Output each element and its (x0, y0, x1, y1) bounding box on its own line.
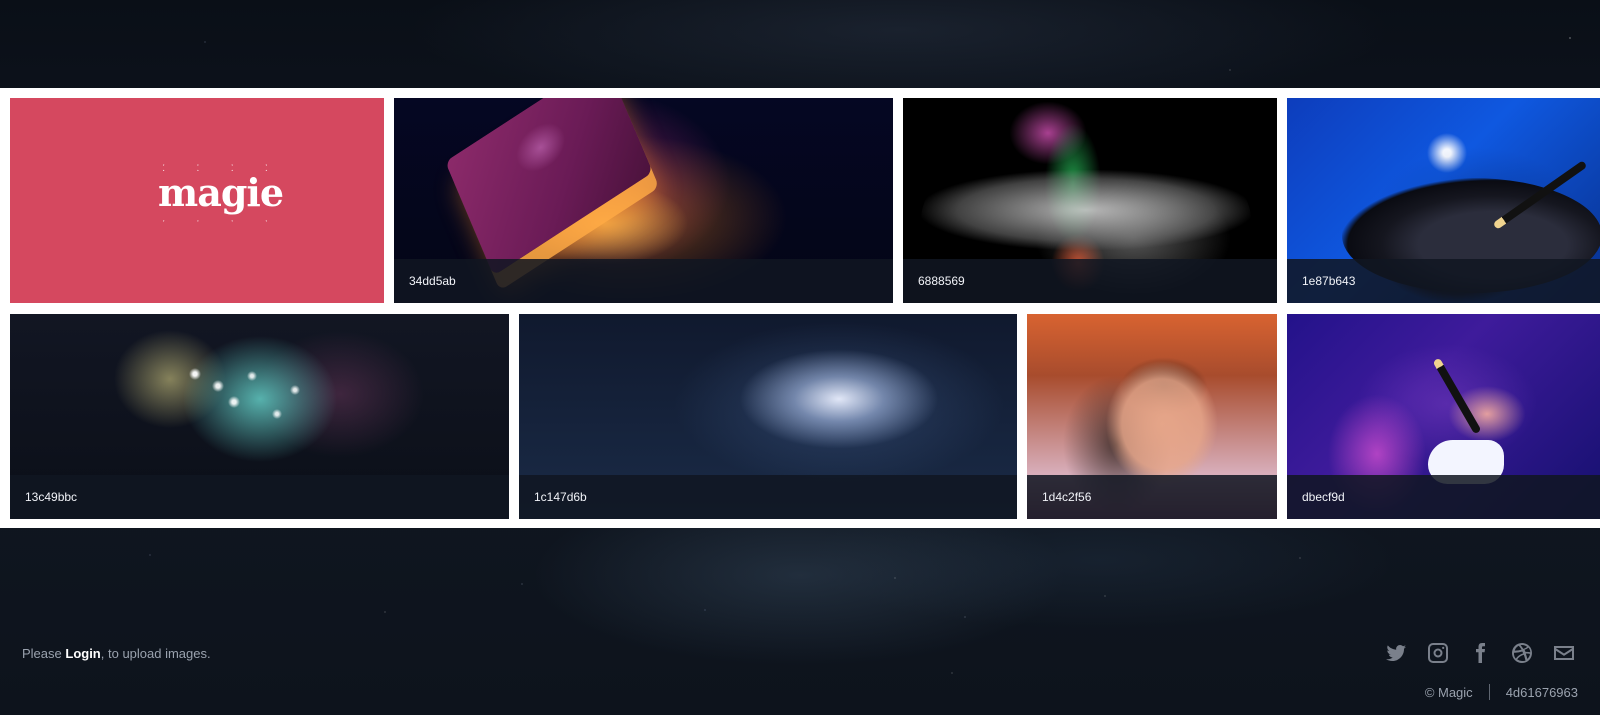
login-prompt: Please Login, to upload images. (22, 646, 211, 661)
gallery-item-caption: dbecf9d (1287, 475, 1600, 519)
logo-bottom-marks: ˑˑˑˑ (162, 216, 268, 230)
envelope-icon[interactable] (1552, 641, 1576, 665)
social-links (1384, 641, 1576, 665)
login-link[interactable]: Login (65, 646, 100, 661)
gallery-item-dbecf9d[interactable]: dbecf9d (1287, 314, 1600, 519)
gallery-item-caption: 1e87b643 (1287, 259, 1600, 303)
wand-image (1432, 357, 1482, 435)
book-image (445, 98, 653, 276)
facebook-icon[interactable] (1468, 641, 1492, 665)
gallery-item-34dd5ab[interactable]: 34dd5ab (394, 98, 893, 303)
gallery-item-caption: 1d4c2f56 (1027, 475, 1277, 519)
please-text: Please (22, 646, 62, 661)
logo-tile[interactable]: ːːːː magie ˑˑˑˑ (10, 98, 384, 303)
twitter-icon[interactable] (1384, 641, 1408, 665)
gallery-item-caption: 13c49bbc (10, 475, 509, 519)
gallery-item-6888569[interactable]: 6888569 (903, 98, 1277, 303)
gallery-item-13c49bbc[interactable]: 13c49bbc (10, 314, 509, 519)
gallery-item-caption: 1c147d6b (519, 475, 1017, 519)
hand-image (921, 170, 1251, 250)
gallery-item-1d4c2f56[interactable]: 1d4c2f56 (1027, 314, 1277, 519)
upload-text: , to upload images. (100, 646, 211, 661)
footer-meta: © Magic 4d61676963 (1425, 684, 1578, 700)
logo-top-marks: ːːːː (162, 160, 268, 174)
build-id-text: 4d61676963 (1505, 684, 1578, 700)
copyright-text: © Magic (1424, 684, 1473, 700)
gallery-item-caption: 6888569 (903, 259, 1277, 303)
footer-divider (1488, 684, 1490, 700)
logo-wordmark: magie (158, 170, 284, 215)
dribbble-icon[interactable] (1510, 641, 1534, 665)
instagram-icon[interactable] (1426, 641, 1450, 665)
gallery-item-1c147d6b[interactable]: 1c147d6b (519, 314, 1017, 519)
gallery-item-caption: 34dd5ab (394, 259, 893, 303)
gallery-item-1e87b643[interactable]: 1e87b643 (1287, 98, 1600, 303)
image-gallery: ːːːː magie ˑˑˑˑ 34dd5ab 6888569 1e87b643… (0, 88, 1600, 528)
